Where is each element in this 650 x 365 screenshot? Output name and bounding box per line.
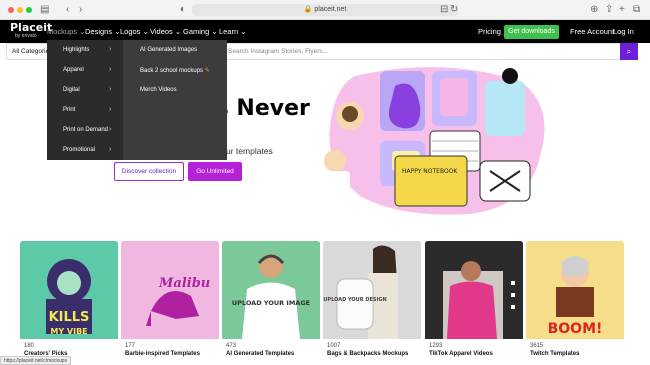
close-window-button[interactable]	[8, 7, 14, 13]
menu-apparel[interactable]: Apparel	[63, 67, 84, 73]
chevron-right-icon: ›	[109, 126, 112, 133]
reload-icon[interactable]: ↻	[450, 4, 458, 16]
search-input[interactable]: Search Instagram Stories, Flyers...	[228, 48, 328, 55]
card-title: Bags & Backpacks Mockups	[327, 351, 409, 357]
nav-learn[interactable]: Learn ⌄	[219, 27, 247, 37]
menu-print[interactable]: Print	[63, 107, 75, 113]
download-icon[interactable]: ⊕	[590, 4, 598, 16]
kills-text: KILLS	[49, 310, 90, 325]
bag-text: UPLOAD YOUR DESIGN	[323, 297, 386, 303]
hero-illustration: HAPPY NOTEBOOK	[320, 66, 550, 216]
translate-icon[interactable]: ⊟	[440, 4, 448, 16]
malibu-text: Malibu	[158, 276, 210, 291]
lock-icon: 🔒	[303, 6, 313, 13]
card-count: 1007	[327, 343, 341, 349]
nav-gaming[interactable]: Gaming ⌄	[183, 27, 218, 37]
menu-highlights[interactable]: Highlights	[63, 47, 89, 53]
address-bar[interactable]: 🔒 placeit.net	[192, 4, 458, 16]
card-image	[425, 241, 523, 339]
card-title: Twitch Templates	[530, 351, 580, 357]
tabs-overview-icon[interactable]: ⧉	[633, 4, 640, 16]
url-text: placeit.net	[314, 6, 347, 13]
card-image: Malibu	[121, 241, 219, 339]
myvibe-text: MY VIBE	[50, 327, 87, 336]
nav-videos[interactable]: Videos ⌄	[150, 27, 181, 37]
shield-icon: ◐	[180, 4, 187, 15]
login-link[interactable]: Log In	[613, 27, 634, 37]
mockups-menu-highlights: AI Generated Images Back 2 school mockup…	[123, 40, 227, 160]
collection-card-twitch[interactable]: BOOM! 3615 Twitch Templates	[526, 241, 624, 365]
status-bar-url: https://placeit.net/c/mockups	[0, 356, 72, 365]
get-downloads-button[interactable]: Get downloads	[504, 25, 559, 39]
free-account-link[interactable]: Free Account	[570, 27, 614, 37]
sidebar-toggle-icon[interactable]: ▤	[40, 4, 49, 16]
collection-card-creators-picks[interactable]: KILLS MY VIBE 180 Creators' Picks	[20, 241, 118, 365]
card-count: 180	[24, 343, 35, 349]
chevron-right-icon: ›	[109, 66, 112, 73]
collection-card-tiktok[interactable]: 1293 TikTok Apparel Videos	[425, 241, 523, 365]
menu-print-on-demand[interactable]: Print on Demand	[63, 127, 108, 133]
chevron-right-icon: ›	[109, 106, 112, 113]
card-image: UPLOAD YOUR IMAGE	[222, 241, 320, 339]
collection-card-barbie[interactable]: Malibu 177 Barbie-inspired Templates	[121, 241, 219, 365]
card-title: AI Generated Templates	[226, 351, 295, 357]
chevron-right-icon: ›	[109, 86, 112, 93]
card-count: 1293	[429, 343, 443, 349]
zoom-window-button[interactable]	[26, 7, 32, 13]
chevron-right-icon: ›	[109, 146, 112, 153]
nav-pricing[interactable]: Pricing	[478, 27, 501, 37]
card-image: BOOM!	[526, 241, 624, 339]
card-image: UPLOAD YOUR DESIGN	[323, 241, 421, 339]
menu-merch-videos[interactable]: Merch Videos	[140, 87, 177, 93]
school-icon: ✎	[204, 68, 210, 74]
nav-mockups[interactable]: Mockups ⌄	[47, 27, 85, 37]
chevron-right-icon: ›	[109, 46, 112, 53]
collection-card-bags[interactable]: UPLOAD YOUR DESIGN 1007 Bags & Backpacks…	[323, 241, 421, 365]
card-count: 177	[125, 343, 136, 349]
menu-promotional[interactable]: Promotional	[63, 147, 95, 153]
menu-back-2-school[interactable]: Back 2 school mockups ✎	[140, 67, 210, 74]
card-count: 3615	[530, 343, 544, 349]
new-tab-icon[interactable]: +	[619, 4, 625, 16]
search-button[interactable]: ⌕	[620, 43, 638, 60]
back-icon[interactable]: ‹	[66, 4, 69, 16]
card-title: Barbie-inspired Templates	[125, 351, 200, 357]
card-count: 473	[226, 343, 237, 349]
discover-collection-button[interactable]: Discover collection	[114, 162, 184, 181]
envato-sublogo: by envato	[15, 33, 37, 39]
collection-card-ai-generated[interactable]: UPLOAD YOUR IMAGE 473 AI Generated Templ…	[222, 241, 320, 365]
notebook-text: HAPPY NOTEBOOK	[402, 168, 458, 175]
boom-text: BOOM!	[548, 321, 603, 337]
nav-designs[interactable]: Designs ⌄	[85, 27, 120, 37]
card-title: TikTok Apparel Videos	[429, 351, 493, 357]
share-icon[interactable]: ⇪	[605, 4, 613, 16]
minimize-window-button[interactable]	[17, 7, 23, 13]
go-unlimited-button[interactable]: Go Unlimited	[188, 162, 242, 181]
browser-toolbar: ▤ ‹ › ◐ 🔒 placeit.net ⊟ ↻ ⊕ ⇪ + ⧉	[0, 0, 650, 20]
menu-digital[interactable]: Digital	[63, 87, 80, 93]
search-icon: ⌕	[626, 47, 632, 56]
mockups-menu-categories: Highlights › Apparel › Digital › Print ›…	[47, 40, 123, 160]
card-image: KILLS MY VIBE	[20, 241, 118, 339]
nav-logos[interactable]: Logos ⌄	[120, 27, 149, 37]
forward-icon[interactable]: ›	[79, 4, 82, 16]
menu-ai-generated-images[interactable]: AI Generated Images	[140, 47, 197, 53]
upload-text: UPLOAD YOUR IMAGE	[232, 299, 310, 307]
hero-subtitle: ur templates	[226, 146, 273, 156]
